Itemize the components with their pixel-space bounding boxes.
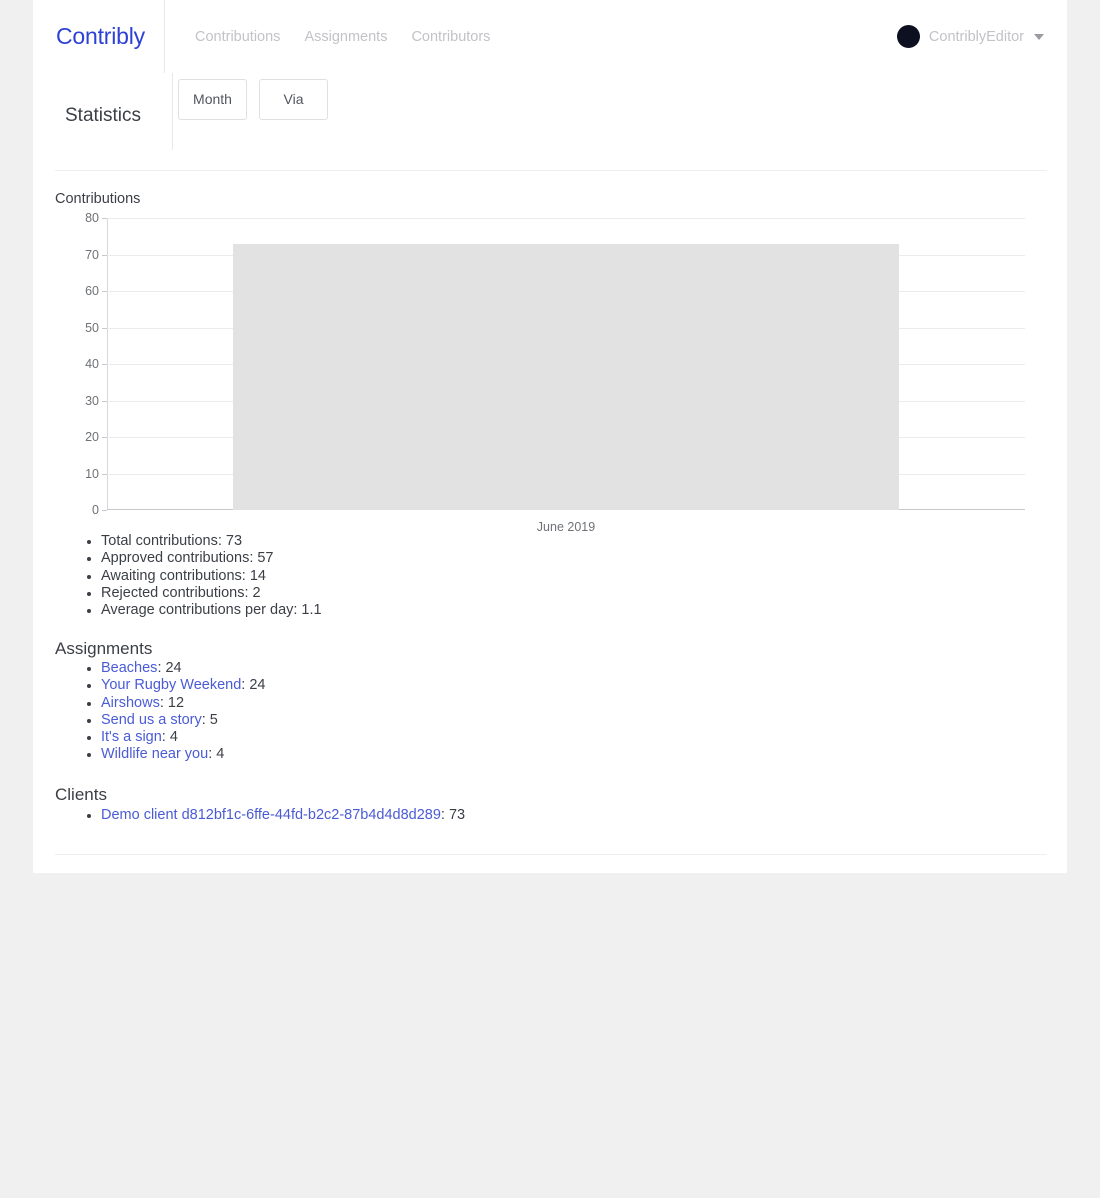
page-title: Statistics: [65, 105, 142, 126]
chart-y-tick-mark: [102, 473, 107, 475]
list-item: Demo client d812bf1c-6ffe-44fd-b2c2-87b4…: [101, 807, 465, 824]
chart-plot-area: 80 70 60 50 40 30 20 10 0 June 2019: [85, 211, 1025, 534]
chart-x-tick-label: June 2019: [536, 520, 596, 534]
chart-y-tick-label: 10: [85, 466, 99, 481]
chart-y-tick-mark: [102, 364, 107, 365]
subheader-divider: [172, 73, 173, 150]
list-item: Average contributions per day: 1.1: [101, 602, 322, 619]
primary-nav: Contributions Assignments Contributors: [195, 27, 490, 47]
assignment-link-send-us-a-story[interactable]: Send us a story: [101, 712, 202, 728]
navbar-divider: [164, 0, 165, 73]
nav-item-contributions[interactable]: Contributions: [195, 27, 280, 47]
assignment-link-beaches[interactable]: Beaches: [101, 660, 157, 676]
user-name-label: ContriblyEditor: [928, 28, 1024, 45]
filter-button-group: Month Via: [178, 79, 328, 120]
clients-list: Demo client d812bf1c-6ffe-44fd-b2c2-87b4…: [55, 807, 465, 824]
assignment-link-its-a-sign[interactable]: It's a sign: [101, 729, 162, 745]
chart-y-tick-label: 30: [85, 393, 99, 408]
chart-y-tick-mark: [102, 291, 107, 292]
assignment-link-your-rugby-weekend[interactable]: Your Rugby Weekend: [101, 677, 241, 693]
assignment-count: : 5: [201, 711, 218, 728]
chart-y-tick-mark: [102, 400, 107, 402]
chart-y-tick-label: 70: [85, 247, 99, 262]
chart-y-tick-mark: [102, 254, 107, 256]
chevron-down-icon: [1034, 34, 1044, 40]
assignment-count: : 4: [208, 746, 225, 763]
chart-y-tick-label: 60: [85, 284, 99, 298]
summary-stats-list: Total contributions: 73 Approved contrib…: [55, 533, 322, 619]
assignment-link-wildlife-near-you[interactable]: Wildlife near you: [101, 746, 208, 762]
content-bottom-divider: [55, 854, 1047, 855]
nav-item-contributors[interactable]: Contributors: [411, 27, 490, 47]
chart-y-tick-mark: [102, 510, 107, 511]
chart-y-tick-label: 0: [92, 503, 99, 517]
assignments-list: Beaches: 24 Your Rugby Weekend: 24 Airsh…: [55, 660, 265, 764]
filter-button-via[interactable]: Via: [259, 79, 328, 120]
chart-y-tick-label: 80: [85, 211, 99, 225]
assignment-count: : 4: [161, 729, 178, 746]
client-link-demo-client[interactable]: Demo client d812bf1c-6ffe-44fd-b2c2-87b4…: [101, 807, 441, 823]
user-menu[interactable]: ContriblyEditor: [896, 25, 1044, 48]
page-card: Contribly Contributions Assignments Cont…: [33, 0, 1067, 873]
client-count: : 73: [440, 807, 466, 823]
list-item: Approved contributions: 57: [101, 550, 322, 567]
list-item: Beaches: 24: [101, 660, 265, 677]
list-item: Wildlife near you: 4: [101, 746, 265, 763]
nav-item-assignments[interactable]: Assignments: [304, 27, 387, 47]
assignment-count: : 12: [159, 694, 185, 711]
list-item: Awaiting contributions: 14: [101, 568, 322, 585]
list-item: Send us a story: 5: [101, 712, 265, 729]
chart-y-tick-label: 40: [85, 357, 99, 371]
assignment-link-airshows[interactable]: Airshows: [101, 695, 160, 711]
chart-y-tick-label: 50: [85, 320, 99, 335]
assignment-count: : 24: [241, 677, 266, 694]
list-item: Airshows: 12: [101, 695, 265, 712]
chart-title: Contributions: [55, 191, 141, 207]
list-item: Your Rugby Weekend: 24: [101, 677, 265, 694]
assignments-heading: Assignments: [55, 639, 153, 658]
avatar: [896, 25, 920, 48]
filter-button-month[interactable]: Month: [178, 79, 247, 120]
contributions-bar-chart: 80 70 60 50 40 30 20 10 0 June 2019: [55, 209, 1047, 534]
assignment-count: : 24: [157, 660, 182, 676]
list-item: Rejected contributions: 2: [101, 585, 322, 602]
chart-gridline: [107, 218, 1025, 219]
chart-y-tick-mark: [102, 437, 107, 438]
chart-y-tick-mark: [102, 327, 107, 329]
chart-y-tick-label: 20: [85, 430, 99, 444]
list-item: Total contributions: 73: [101, 533, 322, 550]
page-subheader: Statistics Month Via: [33, 73, 1067, 170]
list-item: It's a sign: 4: [101, 729, 265, 746]
chart-y-tick-mark: [102, 218, 107, 219]
top-navbar: Contribly Contributions Assignments Cont…: [33, 0, 1067, 73]
clients-heading: Clients: [55, 785, 107, 804]
content-top-divider: [55, 170, 1047, 171]
brand-logo[interactable]: Contribly: [56, 22, 145, 50]
chart-bar[interactable]: [233, 243, 899, 510]
